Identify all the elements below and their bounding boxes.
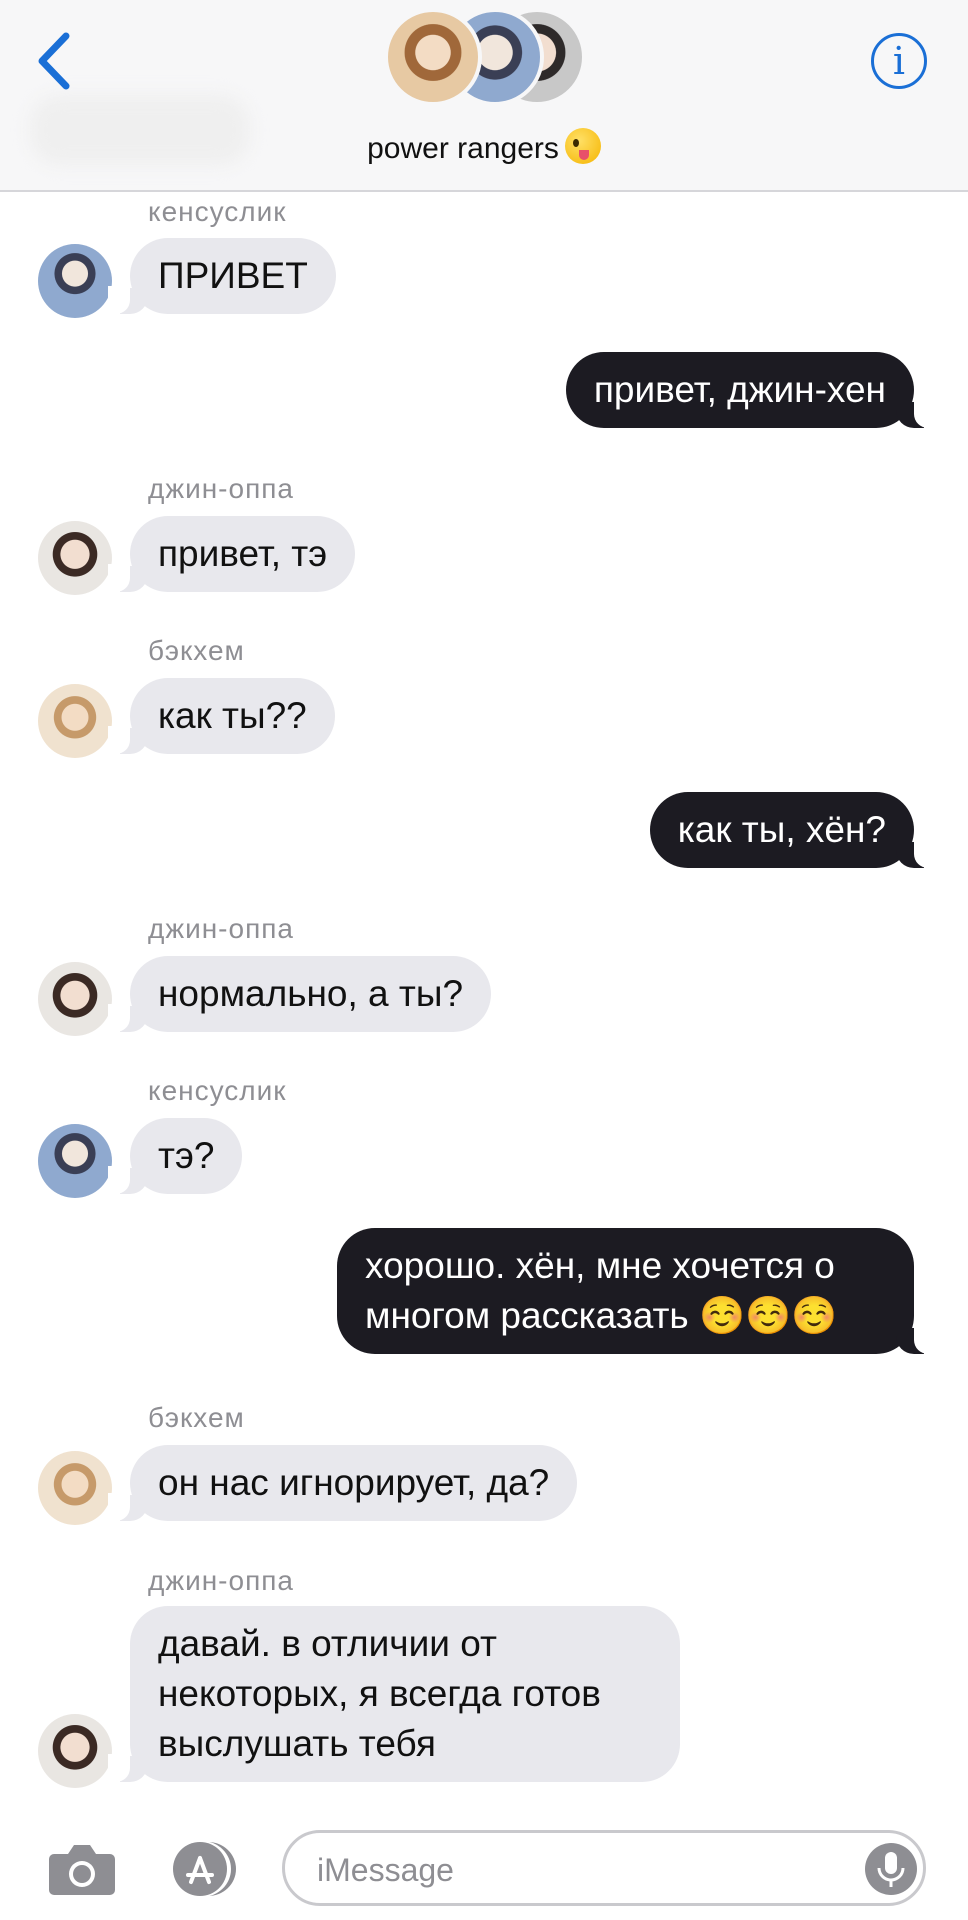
avatar[interactable] <box>38 684 112 758</box>
avatar[interactable] <box>38 962 112 1036</box>
message-bubble-incoming[interactable]: нормально, а ты? <box>107 956 492 1032</box>
sender-name: джин-оппа <box>148 1565 294 1596</box>
message-composer <box>0 1820 968 1920</box>
group-avatars[interactable] <box>384 8 586 112</box>
message-field[interactable] <box>282 1830 926 1906</box>
avatar[interactable] <box>38 521 112 595</box>
message-bubble-outgoing[interactable]: привет, джин-хен <box>565 352 937 428</box>
conversation-header: i power rangers <box>0 0 968 192</box>
app-store-icon[interactable] <box>164 1840 240 1898</box>
message-bubble-incoming[interactable]: он нас игнорирует, да? <box>107 1445 578 1521</box>
avatar <box>384 8 482 106</box>
back-chevron-icon[interactable] <box>32 30 82 92</box>
camera-icon[interactable] <box>48 1842 116 1896</box>
sender-name: кенсуслик <box>148 1075 287 1106</box>
sender-name: кенсуслик <box>148 196 287 227</box>
message-bubble-outgoing[interactable]: хорошо. хён, мне хочется о многом расска… <box>337 1228 936 1354</box>
sender-name: джин-оппа <box>148 473 294 504</box>
sender-name: бэкхем <box>148 1402 245 1433</box>
avatar[interactable] <box>38 1124 112 1198</box>
group-title[interactable]: power rangers <box>0 128 968 166</box>
avatar[interactable] <box>38 1714 112 1788</box>
message-bubble-incoming[interactable]: как ты?? <box>108 678 335 754</box>
message-bubble-incoming[interactable]: давай. в отличии от некоторых, я всегда … <box>108 1606 680 1782</box>
info-icon[interactable]: i <box>871 33 927 89</box>
sender-name: бэкхем <box>148 635 245 666</box>
microphone-icon[interactable] <box>865 1843 917 1895</box>
avatar[interactable] <box>38 1451 112 1525</box>
message-bubble-incoming[interactable]: тэ? <box>107 1118 243 1194</box>
message-input[interactable] <box>315 1845 839 1895</box>
sender-name: джин-оппа <box>148 913 294 944</box>
avatar[interactable] <box>38 244 112 318</box>
message-bubble-incoming[interactable]: ПРИВЕТ <box>108 238 336 314</box>
message-bubble-outgoing[interactable]: как ты, хён? <box>649 792 937 868</box>
zany-face-emoji-icon <box>564 128 601 164</box>
group-name: power rangers <box>367 132 559 165</box>
message-bubble-incoming[interactable]: привет, тэ <box>107 516 356 592</box>
